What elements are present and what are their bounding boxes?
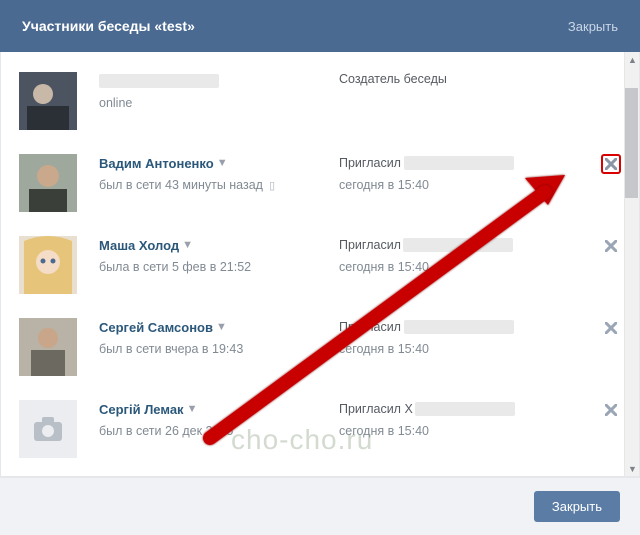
member-row: Маша Холод ▼ была в сети 5 фев в 21:52 П…	[19, 226, 621, 308]
member-row: online Создатель беседы	[19, 62, 621, 144]
member-status: был в сети вчера в 19:43	[99, 342, 339, 356]
inviter-hidden	[404, 156, 514, 170]
member-invite-col: Пригласил сегодня в 15:40	[339, 318, 621, 376]
mobile-icon: ▯	[269, 179, 275, 192]
member-info: Сергей Самсонов ▼ был в сети вчера в 19:…	[99, 318, 339, 376]
avatar[interactable]	[19, 318, 77, 376]
member-info: online	[99, 72, 339, 130]
scroll-up-icon[interactable]: ▲	[625, 52, 640, 67]
member-invite-col: Пригласил Х сегодня в 15:40	[339, 400, 621, 458]
chevron-down-icon[interactable]: ▼	[182, 239, 193, 251]
remove-member-button[interactable]	[601, 154, 621, 174]
member-info: Маша Холод ▼ была в сети 5 фев в 21:52	[99, 236, 339, 294]
remove-member-button[interactable]	[601, 400, 621, 420]
camera-icon	[33, 416, 63, 442]
member-status: была в сети 5 фев в 21:52	[99, 260, 339, 274]
scrollbar[interactable]: ▲ ▼	[624, 52, 639, 476]
dialog-title: Участники беседы «test»	[22, 18, 195, 34]
member-name-link[interactable]: Маша Холод	[99, 238, 179, 253]
header-close-link[interactable]: Закрыть	[568, 19, 618, 34]
member-invite-col: Пригласил сегодня в 15:40	[339, 154, 621, 212]
invite-date: сегодня в 15:40	[339, 260, 621, 274]
member-status: online	[99, 96, 339, 110]
member-info: Сергій Лемак ▼ был в сети 26 дек 2015	[99, 400, 339, 458]
member-invite-col: Пригласил сегодня в 15:40	[339, 236, 621, 294]
member-row: Сергій Лемак ▼ был в сети 26 дек 2015 Пр…	[19, 390, 621, 472]
chevron-down-icon[interactable]: ▼	[216, 321, 227, 333]
inviter-hidden	[403, 238, 513, 252]
inviter-hidden	[404, 320, 514, 334]
avatar[interactable]	[19, 236, 77, 294]
member-role-col: Создатель беседы	[339, 72, 621, 130]
member-status: был в сети 43 минуты назад ▯	[99, 178, 339, 192]
member-row: Сергей Самсонов ▼ был в сети вчера в 19:…	[19, 308, 621, 390]
creator-label: Создатель беседы	[339, 72, 621, 86]
member-status: был в сети 26 дек 2015	[99, 424, 339, 438]
invite-date: сегодня в 15:40	[339, 342, 621, 356]
scroll-down-icon[interactable]: ▼	[625, 461, 640, 476]
invite-date: сегодня в 15:40	[339, 424, 621, 438]
avatar-placeholder[interactable]	[19, 400, 77, 458]
chat-members-dialog: Участники беседы «test» Закрыть online С…	[0, 0, 640, 535]
member-name-link[interactable]: Вадим Антоненко	[99, 156, 214, 171]
member-info: Вадим Антоненко ▼ был в сети 43 минуты н…	[99, 154, 339, 212]
invite-prefix: Пригласил	[339, 156, 401, 170]
member-name-hidden	[99, 74, 219, 88]
chevron-down-icon[interactable]: ▼	[217, 157, 228, 169]
invite-date: сегодня в 15:40	[339, 178, 621, 192]
inviter-hidden	[415, 402, 515, 416]
member-row: Вадим Антоненко ▼ был в сети 43 минуты н…	[19, 144, 621, 226]
invite-prefix: Пригласил Х	[339, 402, 413, 416]
avatar[interactable]	[19, 72, 77, 130]
chevron-down-icon[interactable]: ▼	[187, 403, 198, 415]
remove-member-button[interactable]	[601, 318, 621, 338]
avatar[interactable]	[19, 154, 77, 212]
member-name-link[interactable]: Сергей Самсонов	[99, 320, 213, 335]
invite-prefix: Пригласил	[339, 320, 401, 334]
dialog-body: online Создатель беседы Вадим Антоненко …	[0, 52, 640, 477]
member-name-link[interactable]: Сергій Лемак	[99, 402, 184, 417]
remove-member-button[interactable]	[601, 236, 621, 256]
dialog-header: Участники беседы «test» Закрыть	[0, 0, 640, 52]
scrollbar-thumb[interactable]	[625, 88, 638, 198]
invite-prefix: Пригласил	[339, 238, 401, 252]
dialog-footer: Закрыть	[0, 477, 640, 535]
close-button[interactable]: Закрыть	[534, 491, 620, 522]
members-list: online Создатель беседы Вадим Антоненко …	[1, 52, 639, 476]
